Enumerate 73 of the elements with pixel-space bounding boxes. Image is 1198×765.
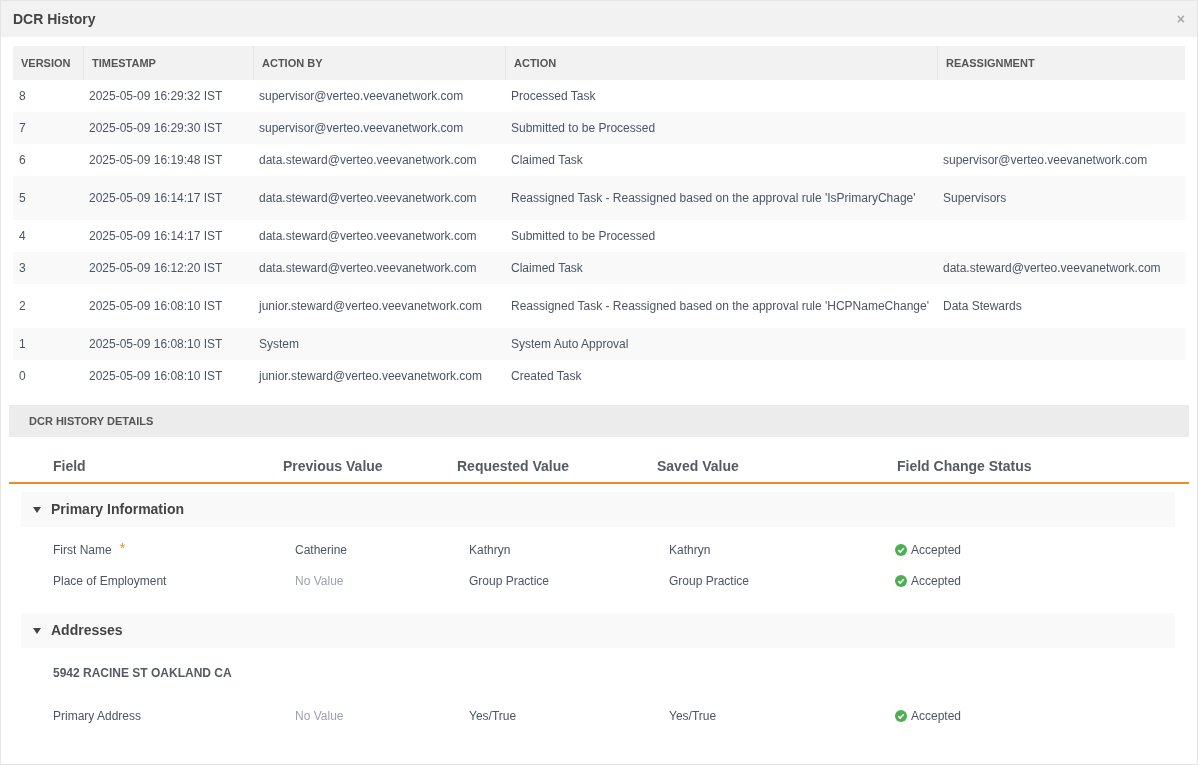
group-header[interactable]: Primary Information bbox=[21, 492, 1175, 527]
saved-value: Group Practice bbox=[669, 574, 750, 588]
table-cell-text: Submitted to be Processed bbox=[511, 228, 657, 245]
previous-value: No Value bbox=[295, 574, 344, 588]
saved-value: Kathryn bbox=[669, 543, 711, 557]
status-text: Accepted bbox=[911, 573, 962, 590]
caret-down-icon bbox=[33, 626, 41, 635]
table-cell-text: 6 bbox=[19, 152, 27, 169]
column-header: Saved Value bbox=[657, 457, 739, 474]
table-cell-text: supervisor@verteo.veevanetwork.com bbox=[259, 88, 465, 105]
caret-down-icon bbox=[33, 505, 41, 514]
column-header: Requested Value bbox=[457, 457, 570, 474]
table-cell-text: supervisor@verteo.veevanetwork.com bbox=[259, 120, 465, 137]
field-label: First Name bbox=[53, 542, 112, 559]
window-title: DCR History bbox=[13, 9, 96, 29]
previous-value: Catherine bbox=[295, 543, 348, 557]
table-cell-text: Claimed Task bbox=[511, 260, 584, 277]
saved-value: Yes/True bbox=[669, 709, 717, 723]
table-cell-text: data.steward@verteo.veevanetwork.com bbox=[259, 228, 478, 245]
table-cell-text: 8 bbox=[19, 88, 27, 105]
field-label: Primary Address bbox=[53, 708, 142, 725]
status-text: Accepted bbox=[911, 542, 962, 559]
table-cell-text: 3 bbox=[19, 260, 27, 277]
column-header: TIMESTAMP bbox=[83, 46, 253, 80]
previous-value: No Value bbox=[295, 709, 344, 723]
table-cell-text: 2025-05-09 16:29:32 IST bbox=[89, 88, 224, 105]
table-cell-text: System Auto Approval bbox=[511, 336, 630, 353]
table-cell-text: 0 bbox=[19, 368, 27, 385]
field-label: Place of Employment bbox=[53, 573, 167, 590]
table-cell-text: Data Stewards bbox=[943, 298, 1023, 315]
column-header: Field bbox=[53, 457, 86, 474]
table-cell-text: supervisor@verteo.veevanetwork.com bbox=[943, 152, 1149, 169]
table-cell-text: 2025-05-09 16:19:48 IST bbox=[89, 152, 224, 169]
column-header: ACTION BY bbox=[253, 46, 505, 80]
table-cell-text: 1 bbox=[19, 336, 27, 353]
table-cell-text: data.steward@verteo.veevanetwork.com bbox=[259, 190, 478, 207]
table-cell-text: Supervisors bbox=[943, 190, 1008, 207]
required-asterisk-icon: * bbox=[119, 541, 126, 555]
table-cell-text: data.steward@verteo.veevanetwork.com bbox=[943, 260, 1162, 277]
column-header: REASSIGNMENT bbox=[937, 46, 1185, 80]
table-cell-text: 2 bbox=[19, 298, 27, 315]
table-cell-text: 2025-05-09 16:14:17 IST bbox=[89, 228, 224, 245]
table-cell-text: 7 bbox=[19, 120, 27, 137]
status-text: Accepted bbox=[911, 708, 962, 725]
table-cell-text: Claimed Task bbox=[511, 152, 584, 169]
requested-value: Kathryn bbox=[469, 543, 511, 557]
table-cell-text: 5 bbox=[19, 190, 27, 207]
table-cell-text: Created Task bbox=[511, 368, 583, 385]
table-cell-text: 2025-05-09 16:08:10 IST bbox=[89, 368, 224, 385]
requested-value: Group Practice bbox=[469, 574, 550, 588]
table-cell-text: 2025-05-09 16:08:10 IST bbox=[89, 336, 224, 353]
column-header: VERSION bbox=[20, 55, 72, 71]
column-header: ACTION bbox=[505, 46, 937, 80]
table-cell-text: 2025-05-09 16:12:20 IST bbox=[89, 260, 224, 277]
table-cell-text: 4 bbox=[19, 228, 27, 245]
table-cell-text: 2025-05-09 16:29:30 IST bbox=[89, 120, 224, 137]
table-cell-text: data.steward@verteo.veevanetwork.com bbox=[259, 152, 478, 169]
table-cell-text: junior.steward@verteo.veevanetwork.com bbox=[259, 298, 483, 315]
table-cell-text: Reassigned Task - Reassigned based on the approval rule 'IsPrimaryChage' bbox=[511, 190, 917, 207]
column-header: Field Change Status bbox=[897, 457, 1032, 474]
table-cell-text: System bbox=[259, 336, 300, 353]
column-header: Previous Value bbox=[283, 457, 383, 474]
table-cell-text: junior.steward@verteo.veevanetwork.com bbox=[259, 368, 483, 385]
table-cell-text: Reassigned Task - Reassigned based on the approval rule 'HCPNameChange' bbox=[511, 298, 930, 315]
table-cell-text: 2025-05-09 16:14:17 IST bbox=[89, 190, 224, 207]
group-header[interactable]: Addresses bbox=[21, 613, 1175, 648]
table-cell-text: 2025-05-09 16:08:10 IST bbox=[89, 298, 224, 315]
section-header: DCR HISTORY DETAILS bbox=[9, 405, 1189, 437]
address-heading: 5942 RACINE ST OAKLAND CA bbox=[53, 665, 232, 682]
table-cell-text: data.steward@verteo.veevanetwork.com bbox=[259, 260, 478, 277]
table-cell-text: Submitted to be Processed bbox=[511, 120, 657, 137]
table-cell-text: Processed Task bbox=[511, 88, 597, 105]
requested-value: Yes/True bbox=[469, 709, 517, 723]
